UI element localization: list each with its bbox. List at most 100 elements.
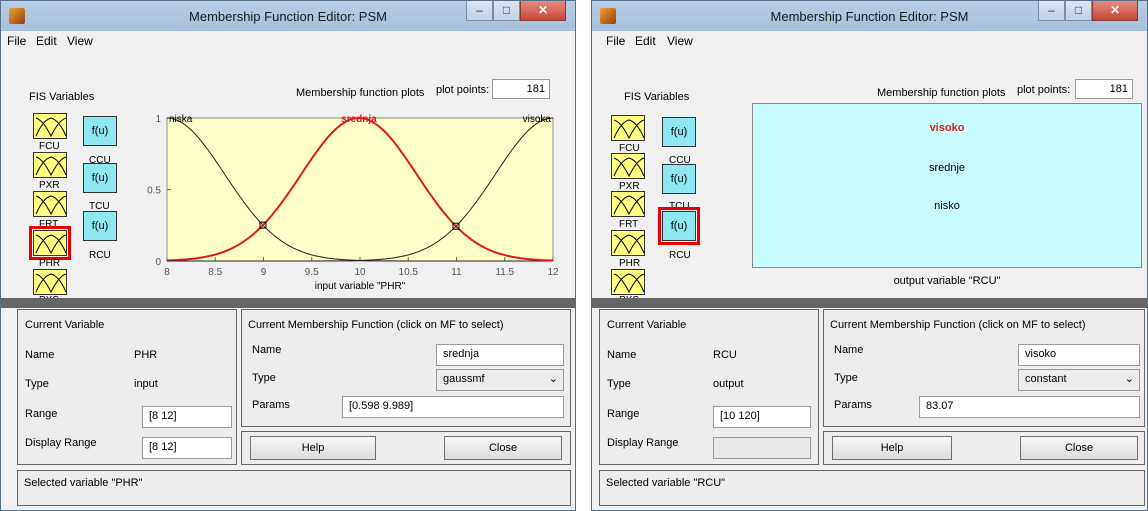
current-mf-panel: Current Membership Function (click on MF… — [241, 309, 571, 427]
input-var-fcu[interactable] — [611, 115, 645, 141]
help-button[interactable]: Help — [832, 436, 952, 460]
button-panel: Help Close — [823, 431, 1145, 465]
mf-label-visoka: visoka — [523, 114, 552, 125]
input-var-frt[interactable] — [33, 191, 67, 217]
chevron-down-icon: ⌄ — [548, 373, 558, 385]
status-text: Selected variable "PHR" — [24, 477, 143, 489]
range-input[interactable]: [8 12] — [142, 406, 232, 428]
x-tick-label: 8.5 — [208, 267, 222, 278]
mf-type-label: Type — [834, 372, 858, 384]
variable-name-value: RCU — [713, 349, 737, 361]
mf-icon — [35, 117, 67, 138]
output-var-rcu[interactable]: f(u) — [658, 207, 700, 245]
output-var-tcu[interactable]: f(u) — [83, 163, 117, 193]
output-var-tcu[interactable]: f(u) — [662, 164, 696, 194]
mf-type-select[interactable]: constant ⌄ — [1018, 369, 1140, 391]
minimize-button[interactable]: – — [1038, 1, 1065, 21]
input-var-pxs[interactable] — [33, 269, 67, 295]
mf-type-select[interactable]: gaussmf ⌄ — [436, 369, 564, 391]
output-var-label: RCU — [669, 250, 691, 261]
display-range-label: Display Range — [25, 437, 97, 449]
close-button[interactable]: Close — [444, 436, 562, 460]
menu-view[interactable]: View — [667, 34, 693, 48]
current-variable-header: Current Variable — [25, 319, 105, 331]
output-var-ccu[interactable]: f(u) — [662, 117, 696, 147]
current-mf-header: Current Membership Function (click on MF… — [830, 319, 1086, 331]
mf-params-label: Params — [834, 399, 872, 411]
display-range-input[interactable]: [8 12] — [142, 437, 232, 459]
input-var-pxs[interactable] — [611, 269, 645, 295]
plot-points-label: plot points: — [436, 84, 490, 96]
x-tick-label: 11.5 — [495, 267, 514, 278]
mf-icon — [35, 273, 67, 294]
title-bar[interactable]: Membership Function Editor: PSM – □ ✕ — [592, 1, 1147, 31]
plot-points-label: plot points: — [1017, 84, 1071, 96]
divider — [592, 298, 1147, 308]
menu-edit[interactable]: Edit — [36, 34, 57, 48]
plot-title: Membership function plots — [877, 87, 1006, 99]
maximize-button[interactable]: □ — [1065, 1, 1092, 21]
plot-xlabel: input variable "PHR" — [315, 281, 406, 292]
mf-icon — [613, 157, 645, 178]
input-var-fcu[interactable] — [33, 113, 67, 139]
x-tick-label: 12 — [547, 267, 559, 278]
mf-label-srednja: srednja — [341, 114, 377, 125]
mf-type-value: constant — [1025, 373, 1067, 385]
mf-editor-window-rcu: Membership Function Editor: PSM – □ ✕ Fi… — [591, 0, 1148, 511]
input-var-phr[interactable] — [29, 226, 71, 260]
menu-file[interactable]: File — [606, 34, 625, 48]
menu-view[interactable]: View — [67, 34, 93, 48]
mf-name-input[interactable]: srednja — [436, 344, 564, 366]
mf-label-niska: niska — [169, 114, 193, 125]
chevron-down-icon: ⌄ — [1124, 373, 1134, 385]
mf-plot-input[interactable]: 8 8.5 9 9.5 10 10.5 11 11.5 12 0 0.5 1 input variabl… — [141, 104, 571, 304]
menu-bar: File Edit View — [1, 31, 575, 51]
mf-type-label: Type — [252, 372, 276, 384]
output-mf-label[interactable]: srednje — [753, 162, 1141, 174]
menu-file[interactable]: File — [7, 34, 26, 48]
input-var-pxr[interactable] — [33, 152, 67, 178]
mf-icon — [35, 195, 67, 216]
close-window-button[interactable]: ✕ — [520, 1, 566, 21]
input-var-frt[interactable] — [611, 191, 645, 217]
display-range-label: Display Range — [607, 437, 679, 449]
help-button[interactable]: Help — [250, 436, 376, 460]
plot-points-input[interactable]: 181 — [492, 79, 550, 99]
display-range-input[interactable] — [713, 437, 811, 459]
mf-params-label: Params — [252, 399, 290, 411]
plot-xlabel: output variable "RCU" — [893, 275, 1001, 287]
close-button[interactable]: Close — [1020, 436, 1138, 460]
plot-points-input[interactable]: 181 — [1075, 79, 1133, 99]
type-label: Type — [607, 378, 631, 390]
divider — [1, 298, 575, 308]
variable-name-value: PHR — [134, 349, 158, 361]
title-bar[interactable]: Membership Function Editor: PSM – □ ✕ — [1, 1, 575, 31]
close-window-button[interactable]: ✕ — [1092, 1, 1138, 21]
variable-type-value: output — [713, 378, 744, 390]
output-var-rcu[interactable]: f(u) — [83, 211, 117, 241]
mf-icon — [613, 234, 645, 255]
input-var-label: FRT — [39, 219, 59, 230]
input-var-pxr[interactable] — [611, 153, 645, 179]
output-mf-label[interactable]: visoko — [753, 122, 1141, 134]
range-input[interactable]: [10 120] — [713, 406, 811, 428]
current-mf-header: Current Membership Function (click on MF… — [248, 319, 504, 331]
minimize-button[interactable]: – — [466, 1, 493, 21]
mf-icon — [613, 273, 645, 294]
menu-edit[interactable]: Edit — [635, 34, 656, 48]
input-var-phr[interactable] — [611, 230, 645, 256]
current-mf-panel: Current Membership Function (click on MF… — [823, 309, 1145, 427]
current-variable-header: Current Variable — [607, 319, 687, 331]
y-tick-label: 1 — [155, 114, 161, 125]
maximize-button[interactable]: □ — [493, 1, 520, 21]
range-label: Range — [607, 408, 640, 420]
mf-plot-output[interactable]: visoko srednje nisko — [752, 103, 1142, 268]
output-mf-label[interactable]: nisko — [753, 200, 1141, 212]
output-var-ccu[interactable]: f(u) — [83, 116, 117, 146]
x-tick-label: 9.5 — [305, 267, 319, 278]
mf-params-input[interactable]: [0.598 9.989] — [342, 396, 564, 418]
mf-params-input[interactable]: 83.07 — [919, 396, 1140, 418]
current-variable-panel: Current Variable Name RCU Type output Ra… — [599, 309, 819, 465]
mf-icon — [35, 156, 67, 177]
mf-name-input[interactable]: visoko — [1018, 344, 1140, 366]
